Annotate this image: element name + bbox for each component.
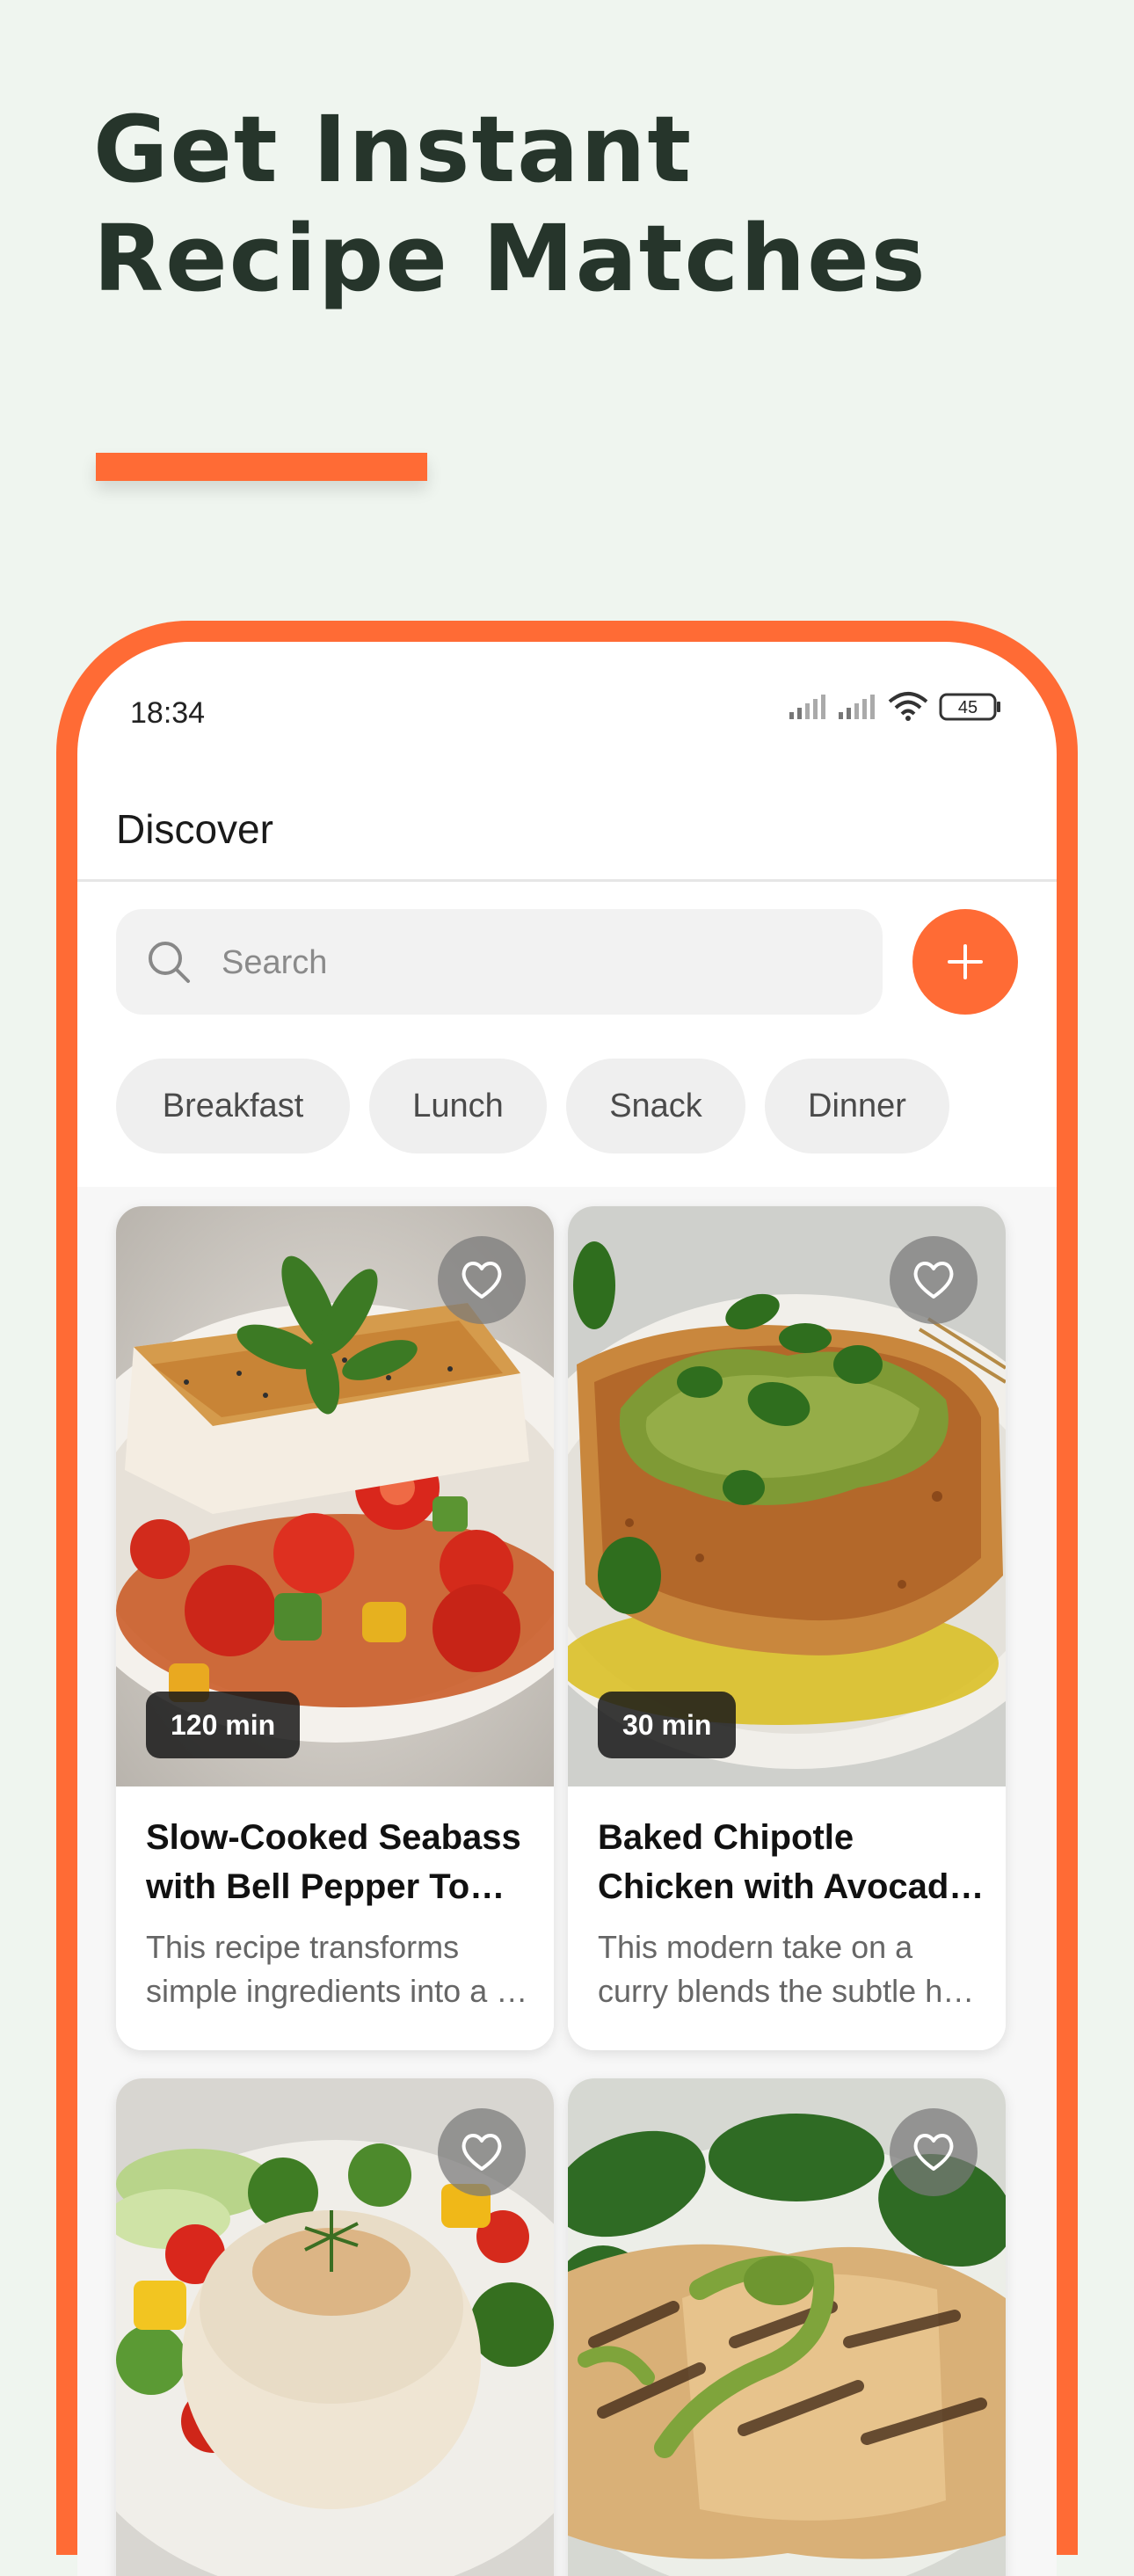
recipe-title-line: Chicken with Avocad… [598,1867,985,1906]
recipe-title-line: Slow-Cooked Seabass [146,1818,521,1857]
heart-icon [462,1262,502,1299]
recipe-title: Slow-Cooked Seabass with Bell Pepper Tom… [146,1813,533,1911]
recipe-card-body: Baked Chipotle Chicken with Avocad… This… [568,1786,1006,2050]
hero-line-1: Get Instant [93,96,694,203]
hero-headline: Get Instant Recipe Matches [93,95,927,313]
hero-line-2: Recipe Matches [93,205,927,312]
heart-icon [462,2134,502,2171]
phone-frame: 18:34 45 Discover Search Breakfast Lunch… [56,621,1078,2576]
search-icon [149,942,190,983]
battery-level: 45 [958,698,978,717]
recipe-description-line: simple ingredients into a … [146,1973,528,2009]
recipe-description-line: This recipe transforms [146,1929,460,1965]
recipe-description: This modern take on a curry blends the s… [598,1925,985,2013]
favorite-button[interactable] [438,2108,526,2196]
signal-icon [839,695,875,719]
app-header: Discover [77,756,1057,882]
search-placeholder: Search [222,944,328,981]
recipe-title: Baked Chipotle Chicken with Avocad… [598,1813,985,1911]
favorite-button[interactable] [890,1236,978,1324]
heart-icon [913,2134,954,2171]
recipe-feed: 120 min Slow-Cooked Seabass with Bell Pe… [77,1187,1057,2576]
recipe-description-line: This modern take on a [598,1929,913,1965]
plus-icon [948,944,983,979]
filter-chip-snack[interactable]: Snack [566,1059,745,1153]
cook-time-badge: 120 min [146,1692,301,1758]
filter-chip-lunch[interactable]: Lunch [369,1059,547,1153]
recipe-card-body: Slow-Cooked Seabass with Bell Pepper Tom… [116,1786,554,2050]
recipe-title-line: with Bell Pepper Tom… [146,1867,533,1906]
status-icons: 45 [789,689,1018,724]
wifi-icon [888,692,928,721]
recipe-card[interactable]: 120 min Slow-Cooked Seabass with Bell Pe… [116,1206,554,2050]
phone-screen: 18:34 45 Discover Search Breakfast Lunch… [77,642,1057,2576]
heart-icon [913,1262,954,1299]
filter-chip-breakfast[interactable]: Breakfast [116,1059,350,1153]
recipe-card[interactable]: 30 min Baked Chipotle Chicken with Avoca… [568,1206,1006,2050]
favorite-button[interactable] [890,2108,978,2196]
recipe-description: This recipe transforms simple ingredient… [146,1925,533,2013]
recipe-card[interactable] [568,2078,1006,2576]
signal-icon [789,695,825,719]
filter-chip-dinner[interactable]: Dinner [765,1059,949,1153]
accent-bar [96,453,427,481]
favorite-button[interactable] [438,1236,526,1324]
add-recipe-button[interactable] [912,909,1018,1015]
page-title: Discover [116,806,273,852]
battery-icon: 45 [939,693,1000,721]
search-input[interactable]: Search [116,909,883,1015]
recipe-description-line: curry blends the subtle h… [598,1973,975,2009]
status-bar: 18:34 45 [77,642,1057,739]
cook-time-badge: 30 min [598,1692,737,1758]
recipe-card[interactable] [116,2078,554,2576]
recipe-title-line: Baked Chipotle [598,1818,854,1857]
status-time: 18:34 [130,696,206,730]
